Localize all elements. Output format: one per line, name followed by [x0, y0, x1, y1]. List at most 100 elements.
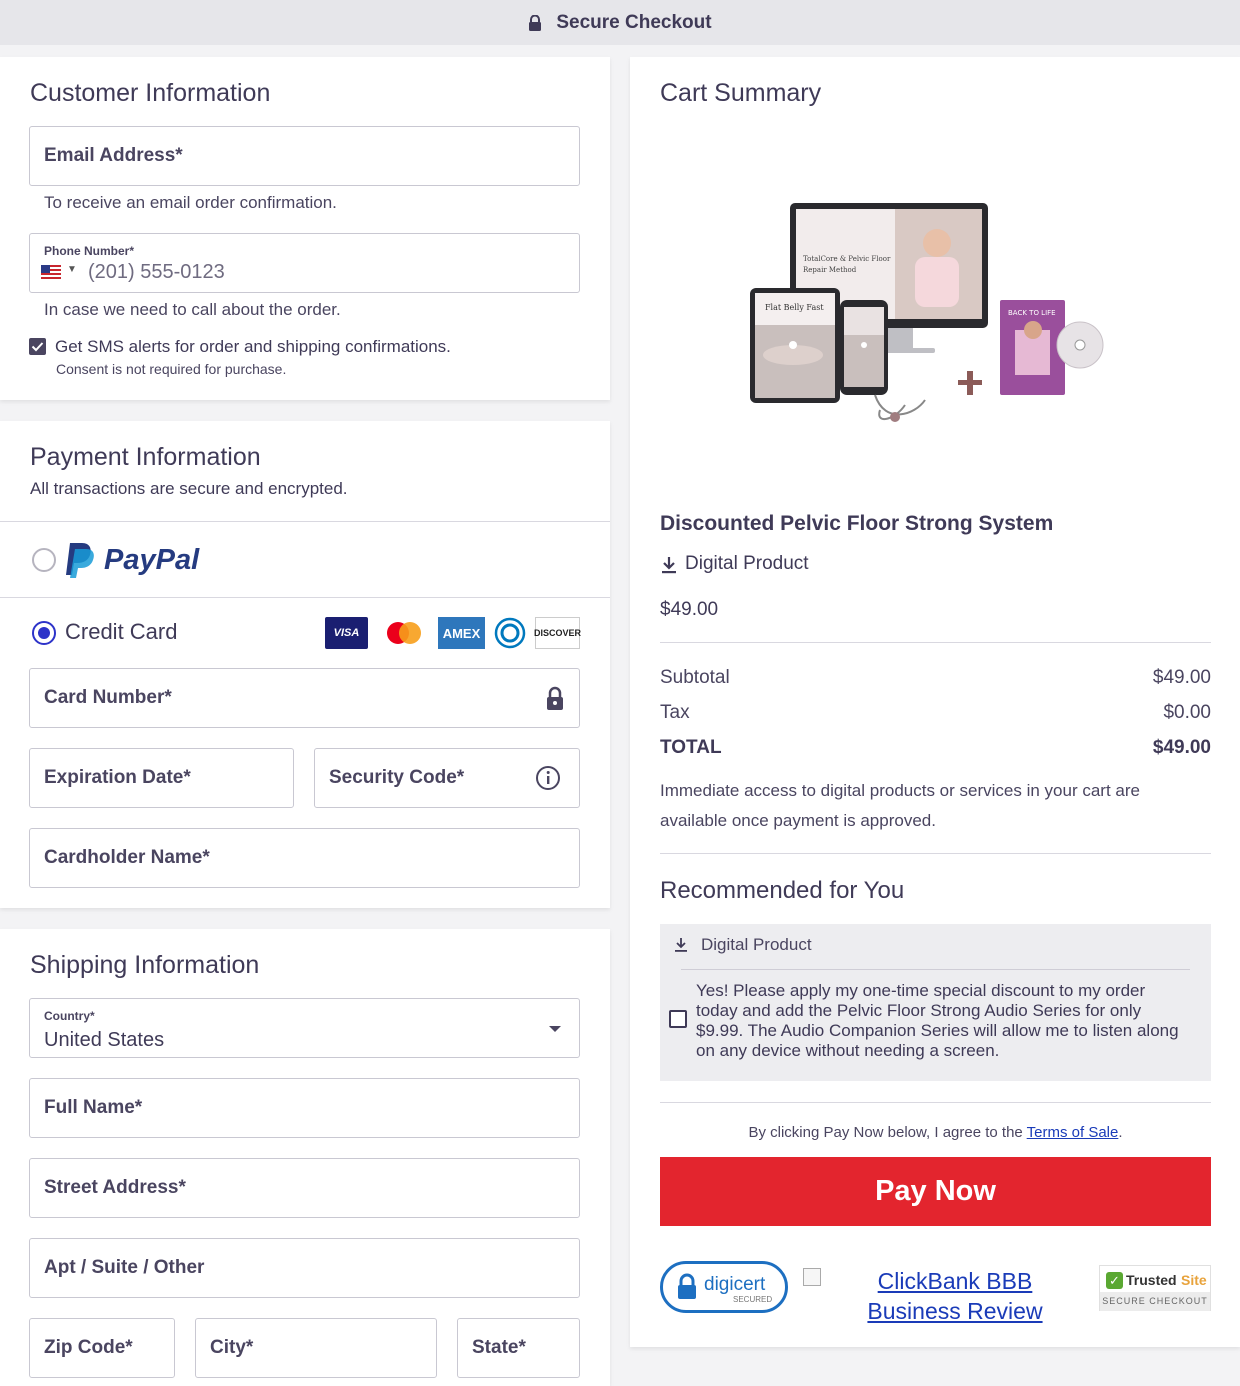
download-icon [662, 557, 676, 574]
subtotal-value: $49.00 [1152, 667, 1211, 688]
sms-label[interactable]: Get SMS alerts for order and shipping co… [55, 337, 451, 357]
tax-row: Tax $0.00 [660, 702, 1211, 724]
payment-heading: Payment Information [30, 443, 261, 471]
full-name-label: Full Name* [44, 1097, 143, 1118]
us-flag-icon[interactable] [41, 265, 61, 279]
tax-label: Tax [660, 702, 690, 723]
monitor-text-1: TotalCore & Pelvic Floor [803, 255, 891, 263]
street-address-label: Street Address* [44, 1177, 186, 1198]
digicert-secured: SECURED [733, 1295, 773, 1304]
cardholder-name-label: Cardholder Name* [44, 847, 210, 868]
phone-hint: In case we need to call about the order. [44, 300, 341, 319]
info-icon[interactable] [535, 765, 561, 791]
visa-logo: VISA [325, 617, 368, 649]
total-label: TOTAL [660, 737, 722, 758]
product-name: Discounted Pelvic Floor Strong System [660, 512, 1054, 535]
upsell-checkbox[interactable] [669, 1010, 687, 1028]
flag-caret-icon[interactable]: ▼ [67, 264, 77, 275]
digicert-label: digicert [704, 1274, 766, 1295]
street-address-field[interactable]: Street Address* [29, 1158, 580, 1218]
paypal-logo[interactable]: PayPal [64, 540, 199, 580]
trustedsite-badge[interactable]: ✓ Trusted Site SECURE CHECKOUT [1099, 1265, 1211, 1311]
credit-card-label[interactable]: Credit Card [65, 619, 177, 645]
country-value: United States [44, 1029, 165, 1051]
bbb-review-link[interactable]: ClickBank BBB Business Review [830, 1266, 1080, 1326]
phone-label: Phone Number* [44, 244, 135, 258]
download-icon [675, 938, 687, 952]
recommended-box: Digital Product Yes! Please apply my one… [660, 924, 1211, 1081]
apt-suite-label: Apt / Suite / Other [44, 1257, 205, 1278]
expiration-date-field[interactable]: Expiration Date* [29, 748, 294, 808]
divider [660, 853, 1211, 854]
country-select[interactable]: Country* United States [29, 998, 580, 1058]
trusted-label: Trusted [1126, 1272, 1177, 1288]
state-label: State* [472, 1337, 526, 1358]
sms-note: Consent is not required for purchase. [56, 361, 287, 377]
broken-image-icon [803, 1268, 821, 1286]
page-title: Secure Checkout [556, 11, 712, 33]
expiration-date-label: Expiration Date* [44, 767, 191, 788]
terms-of-sale-link[interactable]: Terms of Sale [1027, 1124, 1119, 1141]
divider [681, 969, 1190, 970]
product-price: $49.00 [660, 599, 719, 620]
customer-info-heading: Customer Information [30, 79, 271, 107]
city-label: City* [210, 1337, 254, 1358]
recommended-heading: Recommended for You [660, 877, 905, 904]
state-field[interactable]: State* [457, 1318, 580, 1378]
zip-code-field[interactable]: Zip Code* [29, 1318, 175, 1378]
caret-down-icon [549, 1026, 561, 1032]
cardholder-name-field[interactable]: Cardholder Name* [29, 828, 580, 888]
security-code-field[interactable]: Security Code* [314, 748, 580, 808]
full-name-field[interactable]: Full Name* [29, 1078, 580, 1138]
card-number-field[interactable]: Card Number* [29, 668, 580, 728]
divider [0, 521, 610, 522]
diners-logo [494, 617, 526, 649]
email-hint: To receive an email order confirmation. [44, 193, 337, 212]
divider [660, 642, 1211, 643]
divider [0, 597, 610, 598]
total-value: $49.00 [1152, 737, 1211, 758]
top-bar: Secure Checkout [0, 0, 1240, 45]
terms-notice: By clicking Pay Now below, I agree to th… [748, 1124, 1123, 1141]
subtotal-label: Subtotal [660, 667, 730, 688]
sms-checkbox[interactable] [29, 338, 46, 355]
padlock-icon [678, 1273, 696, 1299]
phone-input[interactable]: (201) 555-0123 [88, 261, 225, 284]
book-text: BACK TO LIFE [1008, 309, 1056, 317]
city-field[interactable]: City* [195, 1318, 437, 1378]
access-note: Immediate access to digital products or … [660, 781, 1140, 830]
discover-logo: DISCOVER [534, 617, 581, 649]
zip-code-label: Zip Code* [44, 1337, 133, 1358]
paypal-radio[interactable] [32, 548, 56, 572]
tax-value: $0.00 [1163, 702, 1211, 723]
recommended-type: Digital Product [701, 935, 812, 954]
product-image: TotalCore & Pelvic Floor Repair Method F… [750, 203, 1104, 422]
upsell-offer-text[interactable]: Yes! Please apply my one-time special di… [696, 981, 1186, 1061]
check-icon: ✓ [1106, 1272, 1123, 1289]
email-label: Email Address* [44, 145, 183, 166]
payment-subheading: All transactions are secure and encrypte… [30, 479, 348, 498]
card-number-label: Card Number* [44, 687, 172, 708]
credit-card-radio[interactable] [32, 621, 56, 645]
total-row: TOTAL $49.00 [660, 737, 1211, 759]
subtotal-row: Subtotal $49.00 [660, 667, 1211, 689]
email-field[interactable]: Email Address* [29, 126, 580, 186]
lock-icon [547, 686, 563, 710]
tablet-text: Flat Belly Fast [765, 303, 824, 312]
cart-summary-heading: Cart Summary [660, 79, 822, 107]
monitor-text-2: Repair Method [803, 266, 857, 274]
phone-field[interactable]: Phone Number* ▼ (201) 555-0123 [29, 233, 580, 293]
digicert-badge[interactable]: digicert SECURED [660, 1261, 788, 1313]
mastercard-logo [381, 617, 427, 649]
paypal-icon [66, 543, 94, 578]
product-type: Digital Product [685, 553, 809, 574]
divider [660, 1102, 1211, 1103]
apt-suite-field[interactable]: Apt / Suite / Other [29, 1238, 580, 1298]
shipping-heading: Shipping Information [30, 951, 260, 979]
amex-logo: AMEX [438, 617, 485, 649]
country-label: Country* [44, 1009, 95, 1023]
check-icon [31, 342, 44, 352]
lock-icon [529, 14, 542, 31]
paypal-label: PayPal [104, 543, 200, 576]
pay-now-button[interactable]: Pay Now [660, 1157, 1211, 1226]
